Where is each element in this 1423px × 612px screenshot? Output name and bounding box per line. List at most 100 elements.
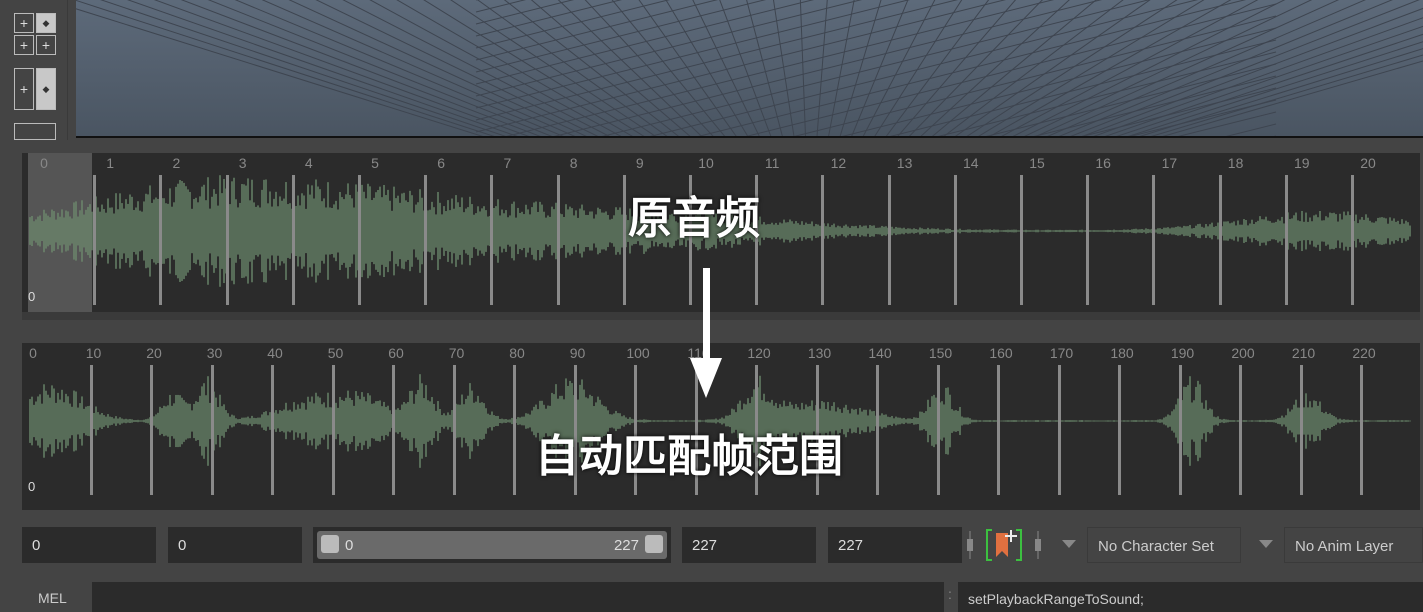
tick-label: 16	[1095, 155, 1111, 171]
grid-line	[828, 0, 855, 136]
grid-line	[665, 0, 749, 136]
layout-view-icon[interactable]: +	[36, 35, 56, 55]
frame-tick-line	[1178, 365, 1182, 495]
grid-line	[611, 0, 726, 136]
layout-four-view-icon[interactable]: +	[14, 13, 34, 33]
tick-label: 160	[989, 345, 1013, 361]
frame-tick-line	[1218, 175, 1222, 305]
range-slider[interactable]: 0 227	[313, 527, 671, 563]
character-set-dropdown-arrow-icon[interactable]	[1062, 540, 1076, 548]
grid-line	[342, 0, 610, 136]
tick-label: 2	[172, 155, 181, 171]
animation-end-field[interactable]: 227	[828, 527, 962, 563]
tick-label: 0	[40, 155, 48, 171]
grid-line	[851, 0, 909, 136]
grid-line	[207, 0, 553, 136]
frame-tick-line	[159, 175, 163, 305]
tick-label: 19	[1294, 155, 1310, 171]
toolbox-layout-panel: + ◆ + + + ◆	[0, 0, 68, 140]
tick-label: 210	[1291, 345, 1316, 361]
tick-label: 18	[1227, 155, 1244, 171]
frame-tick-line	[452, 365, 456, 495]
tick-label: 15	[1029, 155, 1045, 171]
auto-key-controls	[967, 529, 1041, 561]
grid-line	[697, 0, 1247, 136]
grid-line	[475, 0, 719, 61]
frame-tick-line	[997, 365, 1000, 495]
character-set-dropdown[interactable]: No Character Set	[1087, 527, 1241, 563]
tick-label: 13	[896, 155, 913, 171]
tick-label: 60	[388, 345, 404, 361]
grid-line	[1035, 0, 1340, 136]
tick-label: 1	[106, 155, 115, 171]
grid-line	[1273, 135, 1276, 136]
range-start-handle[interactable]	[321, 535, 339, 553]
grid-line	[475, 0, 671, 49]
tick-label: 0	[29, 345, 37, 361]
mel-command-input[interactable]	[92, 582, 944, 612]
tick-label: 90	[569, 345, 586, 361]
frame-tick-line	[1057, 365, 1061, 495]
command-result-field: setPlaybackRangeToSound;	[958, 582, 1423, 612]
frame-tick-line	[1239, 365, 1242, 495]
outliner-layout-icon[interactable]	[14, 123, 56, 140]
frame-tick-line	[1299, 365, 1303, 495]
layout-view-icon[interactable]: +	[14, 35, 34, 55]
tick-label: 14	[963, 155, 979, 171]
key-marker-icon	[967, 531, 973, 559]
tick-label: 130	[807, 345, 832, 361]
grid-line	[288, 0, 587, 136]
tick-label: 9	[635, 155, 644, 171]
frame-tick-line	[1086, 175, 1090, 305]
frame-tick-line	[1152, 175, 1156, 305]
frame-tick-line	[291, 175, 295, 305]
frame-tick-line	[513, 365, 516, 495]
grid-line	[503, 0, 679, 136]
grid-line	[649, 0, 1199, 136]
anim-layer-dropdown[interactable]: No Anim Layer	[1284, 527, 1423, 563]
playback-start-field[interactable]: 0	[168, 527, 302, 563]
frame-tick-line	[1118, 365, 1121, 495]
frame-tick-line	[556, 175, 560, 305]
annotation-original-audio: 原音频	[628, 194, 760, 243]
annotation-auto-match: 自动匹配帧范围	[535, 432, 843, 481]
tick-label: 80	[509, 345, 525, 361]
grid-line	[505, 0, 1055, 136]
frame-tick-line	[622, 175, 626, 305]
tick-label: 10	[85, 345, 102, 361]
grid-line	[553, 0, 1103, 136]
layout-single-view-icon[interactable]: ◆	[36, 13, 56, 33]
frame-tick-line	[1284, 175, 1288, 305]
grid-line	[985, 63, 1277, 136]
grid-line	[369, 0, 622, 136]
frame-tick-line	[225, 175, 229, 305]
frame-tick-line	[876, 365, 879, 495]
anim-layer-dropdown-arrow-icon[interactable]	[1259, 540, 1273, 548]
tick-label: 4	[304, 155, 313, 171]
3d-viewport[interactable]	[76, 0, 1423, 138]
tick-label: 190	[1170, 345, 1195, 361]
frame-tick-line	[1360, 365, 1363, 495]
frame-tick-line	[953, 175, 957, 305]
grid-icon	[76, 0, 1423, 136]
layout-two-pane-icon[interactable]: ◆	[36, 68, 56, 110]
frame-tick-line	[358, 175, 361, 305]
grid-line	[1150, 54, 1423, 136]
range-end-handle[interactable]	[645, 535, 663, 553]
frame-tick-line	[936, 365, 940, 495]
range-slider-start: 0	[345, 537, 354, 554]
tick-label: 11	[764, 155, 780, 171]
tick-label: 10	[698, 155, 714, 171]
tick-label: 180	[1110, 345, 1134, 361]
layout-two-pane-icon[interactable]: +	[14, 68, 34, 110]
key-marker-icon	[1035, 531, 1041, 559]
mel-language-button[interactable]: MEL	[38, 590, 67, 606]
grid-line	[799, 0, 806, 136]
playback-end-field[interactable]: 227	[682, 527, 816, 563]
animation-start-field[interactable]: 0	[22, 527, 156, 563]
tick-label: 17	[1161, 155, 1178, 171]
tick-label: 200	[1231, 345, 1255, 361]
frame-tick-line	[1020, 175, 1023, 305]
grid-line	[1001, 0, 1259, 136]
tick-label: 30	[206, 345, 223, 361]
